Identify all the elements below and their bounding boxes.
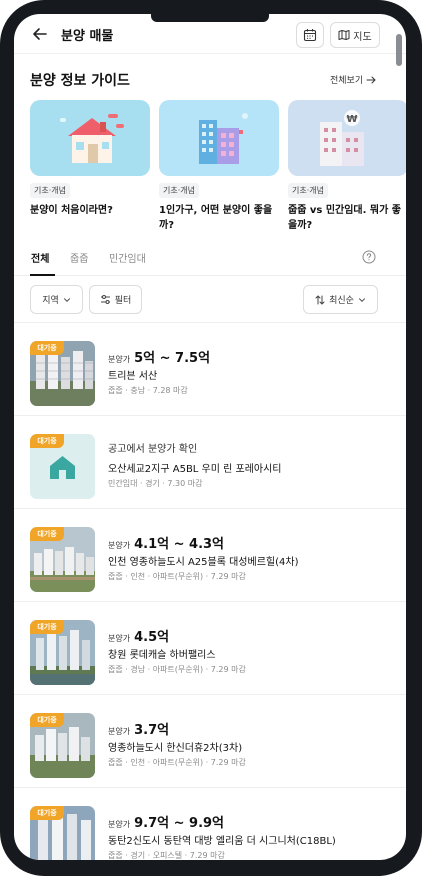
listing-name: 오산세교2지구 A5BL 우미 린 포레아시티 <box>108 464 282 475</box>
listing-name: 창원 롯데캐슬 하버팰리스 <box>108 650 216 661</box>
status-badge: 대기중 <box>30 806 64 820</box>
listing-item[interactable]: 대기중 분양가 9.7억 ~ 9.9억 동탄2신도시 동탄역 대방 엘리움 더 … <box>14 788 406 860</box>
listing-meta: 줍줍 · 인천 · 아파트(무순위) · 7.29 마감 <box>108 758 246 767</box>
arrow-right-icon <box>366 76 376 83</box>
listing-meta: 줍줍 · 경남 · 아파트(무순위) · 7.29 마감 <box>108 665 246 674</box>
price-label: 분양가 <box>108 541 131 550</box>
question-circle-icon <box>362 250 376 264</box>
page-title: 분양 매물 <box>61 29 114 44</box>
listing-item[interactable]: 대기중 분양가 5억 ~ 7.5억 트리븐 서산 줍줍 · 충남 · 7.28 … <box>14 323 406 416</box>
status-badge: 대기중 <box>30 341 64 355</box>
calendar-icon <box>303 29 317 42</box>
price-label: 분양가 <box>108 727 131 736</box>
listing-name: 인천 영종하늘도시 A25블록 대성베르힐(4차) <box>108 557 299 568</box>
price-row: 분양가 3.7억 <box>108 719 169 738</box>
guide-card[interactable]: 기초·개념 분양이 처음이라면? <box>30 100 150 218</box>
help-button[interactable] <box>362 249 376 264</box>
tab-private-rental[interactable]: 민간임대 <box>109 250 146 265</box>
listing-meta: 줍줍 · 충남 · 7.28 마감 <box>108 386 188 395</box>
map-button[interactable]: 지도 <box>330 22 380 48</box>
guide-cards-carousel[interactable]: 기초·개념 분양이 처음이라면? 기초·개념 1인가구, 어떤 분양이 좋을까?… <box>30 100 406 240</box>
listing-name: 동탄2신도시 동탄역 대방 엘리움 더 시그니처(C18BL) <box>108 836 336 847</box>
tab-all[interactable]: 전체 <box>31 250 49 265</box>
see-all-label: 전체보기 <box>330 76 364 86</box>
price-notice: 공고에서 분양가 확인 <box>108 444 198 455</box>
guide-section-title: 분양 정보 가이드 <box>30 73 130 89</box>
calendar-button[interactable] <box>296 22 324 48</box>
guide-card-thumbnail <box>159 100 279 176</box>
price-row: 분양가 4.1억 ~ 4.3억 <box>108 533 224 552</box>
guide-card[interactable]: ₩ 기초·개념 줍줍 vs 민간임대. 뭐가 좋을까? <box>288 100 406 233</box>
listing-item[interactable]: 대기중 분양가 3.7억 영종하늘도시 한신더휴2차(3차) 줍줍 · 인천 ·… <box>14 695 406 788</box>
chevron-down-icon <box>358 297 365 302</box>
region-filter-label: 지역 <box>42 296 59 306</box>
guide-card[interactable]: 기초·개념 1인가구, 어떤 분양이 좋을까? <box>159 100 279 233</box>
price-value: 3.7억 <box>134 723 170 738</box>
sort-label: 최신순 <box>329 296 354 306</box>
guide-card-tag: 기초·개념 <box>30 183 70 198</box>
svg-text:₩: ₩ <box>346 114 357 125</box>
listing-name: 트리븐 서산 <box>108 371 158 382</box>
listing-meta: 민간임대 · 경기 · 7.30 마감 <box>108 479 203 488</box>
house-illustration-icon <box>60 114 124 163</box>
map-button-label: 지도 <box>353 31 372 43</box>
guide-card-thumbnail <box>30 100 150 176</box>
filter-button[interactable]: 필터 <box>89 285 142 314</box>
status-badge: 대기중 <box>30 713 64 727</box>
listing-meta: 줍줍 · 경기 · 오피스텔 · 7.29 마감 <box>108 851 225 860</box>
price-label: 분양가 <box>108 634 131 643</box>
guide-card-tag: 기초·개념 <box>159 183 199 198</box>
active-tab-indicator <box>30 274 55 276</box>
listing-name: 영종하늘도시 한신더휴2차(3차) <box>108 743 243 754</box>
region-filter-button[interactable]: 지역 <box>30 285 83 314</box>
guide-card-thumbnail: ₩ <box>288 100 406 176</box>
listing-item[interactable]: 대기중 분양가 4.1억 ~ 4.3억 인천 영종하늘도시 A25블록 대성베르… <box>14 509 406 602</box>
guide-see-all-link[interactable]: 전체보기 <box>330 73 376 86</box>
tab-jupjup[interactable]: 줍줍 <box>70 250 88 265</box>
price-row: 분양가 9.7억 ~ 9.9억 <box>108 812 224 831</box>
arrow-left-icon <box>33 28 47 40</box>
chevron-down-icon <box>63 297 70 302</box>
price-row: 분양가 5억 ~ 7.5억 <box>108 347 210 366</box>
listing-item[interactable]: 대기중 분양가 4.5억 창원 롯데캐슬 하버팰리스 줍줍 · 경남 · 아파트… <box>14 602 406 695</box>
apartment-illustration-icon <box>199 113 248 164</box>
app-screen: 분양 매물 지도 분양 정보 가이드 전체보기 기초·개념 분양이 처음이라면?… <box>14 14 406 860</box>
price-value: 4.1억 ~ 4.3억 <box>134 537 225 552</box>
price-value: 4.5억 <box>134 630 170 645</box>
guide-card-title: 줍줍 vs 민간임대. 뭐가 좋을까? <box>288 205 401 231</box>
price-label: 분양가 <box>108 355 131 364</box>
filter-label: 필터 <box>114 296 132 306</box>
status-badge: 대기중 <box>30 527 64 541</box>
price-row: 분양가 4.5억 <box>108 626 169 645</box>
sort-button[interactable]: 최신순 <box>303 285 378 314</box>
guide-card-title: 1인가구, 어떤 분양이 좋을까? <box>159 205 273 231</box>
scrollbar[interactable] <box>396 34 402 66</box>
sliders-icon <box>100 295 110 304</box>
guide-card-title: 분양이 처음이라면? <box>30 205 113 216</box>
guide-card-tag: 기초·개념 <box>288 183 328 198</box>
price-value: 5억 ~ 7.5억 <box>134 351 211 366</box>
status-badge: 대기중 <box>30 434 64 448</box>
device-notch <box>151 14 269 22</box>
listing-meta: 줍줍 · 인천 · 아파트(무순위) · 7.29 마감 <box>108 572 246 581</box>
back-button[interactable] <box>30 24 50 44</box>
category-tabs: 전체 줍줍 민간임대 <box>14 246 406 276</box>
won-building-illustration-icon: ₩ <box>320 110 364 166</box>
price-label: 분양가 <box>108 820 131 829</box>
map-icon <box>338 30 350 40</box>
sort-icon <box>315 294 325 305</box>
price-value: 9.7억 ~ 9.9억 <box>134 816 225 831</box>
listing-item[interactable]: 대기중 공고에서 분양가 확인 오산세교2지구 A5BL 우미 린 포레아시티 … <box>14 416 406 509</box>
status-badge: 대기중 <box>30 620 64 634</box>
